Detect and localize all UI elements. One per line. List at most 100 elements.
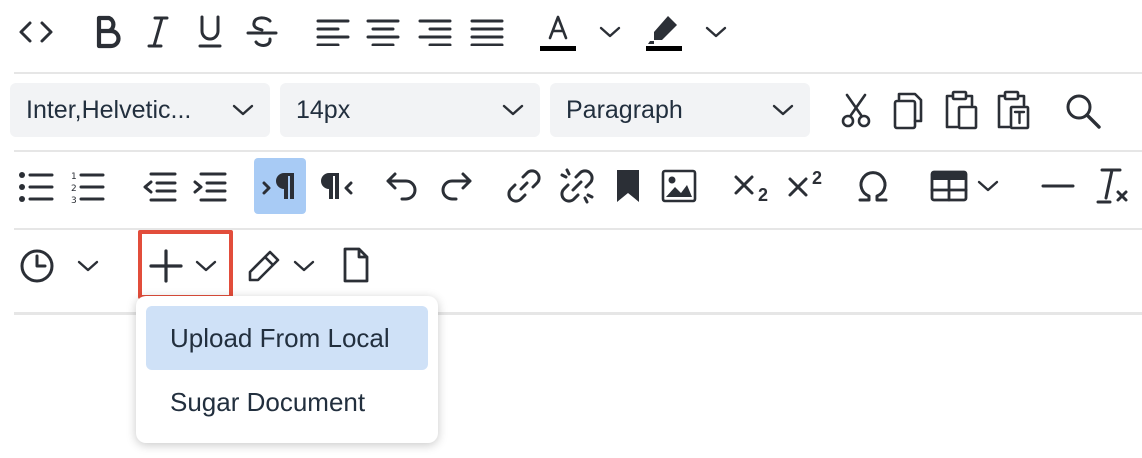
chevron-down-icon xyxy=(977,180,999,192)
underline-icon xyxy=(198,15,222,48)
bookmark-icon xyxy=(617,170,639,202)
table-icon xyxy=(930,170,968,202)
menu-item-upload-from-local[interactable]: Upload From Local xyxy=(146,306,428,370)
rtl-button[interactable] xyxy=(312,164,358,208)
copy-button[interactable] xyxy=(886,88,930,134)
underline-button[interactable] xyxy=(190,10,230,54)
menu-item-label: Upload From Local xyxy=(170,322,390,353)
align-right-button[interactable] xyxy=(414,12,456,52)
link-icon xyxy=(507,169,541,203)
align-center-icon xyxy=(366,19,400,46)
font-size-select[interactable]: 14px xyxy=(280,83,540,137)
svg-text:2: 2 xyxy=(71,184,77,194)
menu-item-sugar-document[interactable]: Sugar Document xyxy=(146,370,428,434)
toolbar-row-1 xyxy=(0,0,1142,70)
font-family-value: Inter,Helvetic... xyxy=(26,95,192,124)
hr-icon xyxy=(1041,184,1075,188)
table-dropdown[interactable] xyxy=(972,166,1004,206)
svg-text:1: 1 xyxy=(71,172,77,182)
chevron-down-icon xyxy=(599,26,621,38)
paste-button[interactable] xyxy=(938,86,984,134)
block-format-select[interactable]: Paragraph xyxy=(550,83,810,137)
strikethrough-button[interactable] xyxy=(242,10,282,54)
strikethrough-icon xyxy=(246,16,278,47)
source-code-button[interactable] xyxy=(16,12,56,52)
font-size-value: 14px xyxy=(296,95,351,124)
document-icon xyxy=(343,247,369,283)
image-icon xyxy=(661,169,697,203)
italic-button[interactable] xyxy=(140,10,176,54)
search-replace-button[interactable] xyxy=(1060,88,1106,134)
highlight-color-dropdown[interactable] xyxy=(698,14,734,50)
align-left-button[interactable] xyxy=(312,12,354,52)
subscript-button[interactable]: 2 xyxy=(726,164,774,208)
font-family-select[interactable]: Inter,Helvetic... xyxy=(10,83,270,137)
highlight-color-button[interactable] xyxy=(642,10,686,56)
paste-icon xyxy=(945,90,978,130)
italic-icon xyxy=(147,16,169,48)
align-left-icon xyxy=(316,19,350,46)
align-center-button[interactable] xyxy=(362,12,404,52)
source-code-icon xyxy=(19,21,53,43)
redo-button[interactable] xyxy=(434,164,478,208)
rtl-icon xyxy=(321,173,353,199)
search-icon xyxy=(1066,94,1101,129)
toolbar-row-3: 1 2 3 2 2 xyxy=(0,152,1142,228)
clear-formatting-button[interactable] xyxy=(1090,162,1134,210)
insert-highlight-box xyxy=(138,230,233,299)
bullet-list-icon xyxy=(19,172,54,202)
insert-datetime-dropdown[interactable] xyxy=(70,246,106,286)
omega-icon xyxy=(858,171,888,202)
chevron-down-icon xyxy=(77,260,99,272)
align-justify-icon xyxy=(470,19,504,46)
text-color-button[interactable] xyxy=(536,10,580,56)
table-button[interactable] xyxy=(926,164,972,208)
paste-text-icon xyxy=(997,90,1030,130)
outdent-icon xyxy=(143,172,177,202)
unlink-button[interactable] xyxy=(554,164,600,208)
align-justify-button[interactable] xyxy=(466,12,508,52)
bookmark-button[interactable] xyxy=(608,164,648,208)
undo-icon xyxy=(386,172,417,201)
text-color-dropdown[interactable] xyxy=(592,14,628,50)
numbered-list-button[interactable]: 1 2 3 xyxy=(66,166,108,208)
svg-text:3: 3 xyxy=(71,196,77,204)
unlink-icon xyxy=(560,168,594,204)
pencil-icon xyxy=(248,250,280,282)
cut-button[interactable] xyxy=(834,90,878,132)
image-button[interactable] xyxy=(656,164,702,208)
insert-datetime-button[interactable] xyxy=(14,244,60,288)
bullet-list-button[interactable] xyxy=(16,166,56,208)
superscript-digit: 2 xyxy=(811,168,822,188)
cut-icon xyxy=(841,93,871,128)
paste-text-button[interactable] xyxy=(990,86,1036,134)
outdent-button[interactable] xyxy=(138,166,180,208)
ltr-button[interactable] xyxy=(254,158,306,214)
special-character-button[interactable] xyxy=(850,164,896,208)
chevron-down-icon xyxy=(502,104,524,116)
insert-menu: Upload From Local Sugar Document xyxy=(136,296,438,443)
superscript-button[interactable]: 2 xyxy=(780,164,828,208)
numbered-list-icon: 1 2 3 xyxy=(71,172,105,204)
new-document-button[interactable] xyxy=(336,242,376,288)
link-button[interactable] xyxy=(502,164,546,208)
edit-dropdown[interactable] xyxy=(286,246,322,286)
indent-button[interactable] xyxy=(188,166,230,208)
horizontal-line-button[interactable] xyxy=(1036,164,1080,208)
copy-icon xyxy=(893,92,923,130)
highlight-color-icon xyxy=(646,16,682,51)
clock-icon xyxy=(20,249,54,283)
ltr-icon xyxy=(262,173,294,199)
chevron-down-icon xyxy=(772,104,794,116)
indent-icon xyxy=(193,172,227,202)
subscript-digit: 2 xyxy=(757,185,768,205)
clear-format-icon xyxy=(1096,168,1128,204)
block-format-value: Paragraph xyxy=(566,95,683,124)
chevron-down-icon xyxy=(232,104,254,116)
text-color-icon xyxy=(540,15,576,51)
chevron-down-icon xyxy=(293,260,315,272)
undo-button[interactable] xyxy=(380,164,424,208)
bold-button[interactable] xyxy=(88,10,128,54)
toolbar-row-2: Inter,Helvetic... 14px Paragraph xyxy=(0,74,1142,150)
edit-button[interactable] xyxy=(242,244,286,288)
